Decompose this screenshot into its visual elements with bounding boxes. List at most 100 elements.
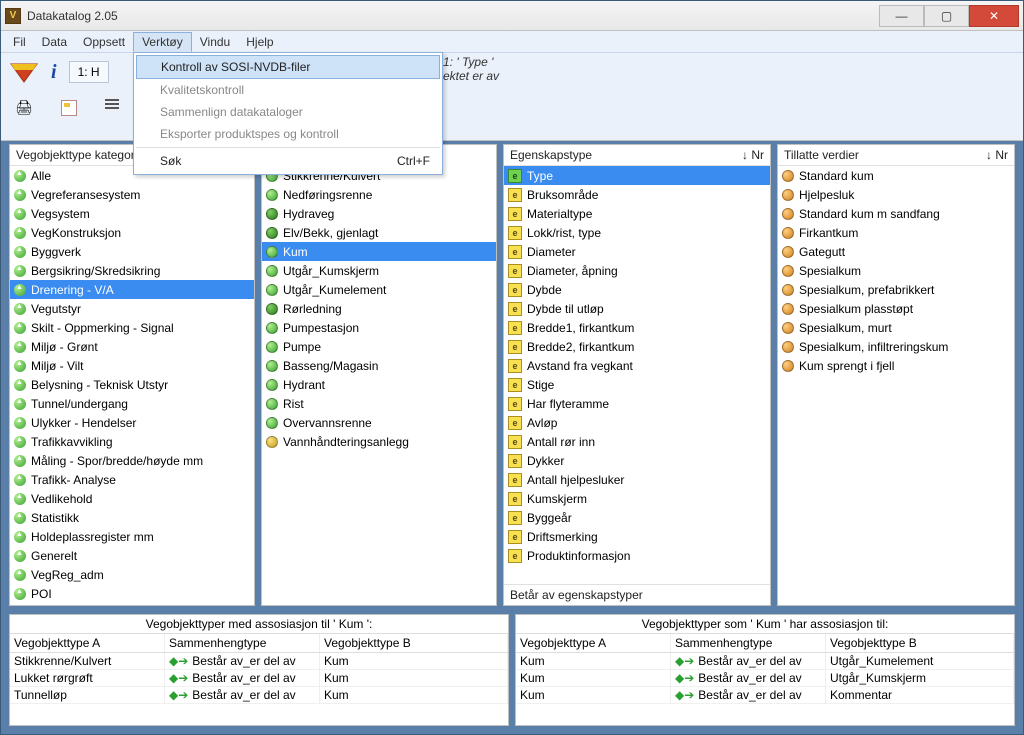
prop-item[interactable]: eDybde til utløp (504, 299, 770, 318)
allowed-item[interactable]: Standard kum (778, 166, 1014, 185)
category-item[interactable]: Trafikk- Analyse (10, 470, 254, 489)
prop-item[interactable]: eDiameter, åpning (504, 261, 770, 280)
assoc-row[interactable]: Stikkrenne/Kulvert◆➔ Består av_er del av… (10, 653, 508, 670)
object-item[interactable]: Basseng/Magasin (262, 356, 496, 375)
object-item[interactable]: Hydrant (262, 375, 496, 394)
object-item[interactable]: Pumpestasjon (262, 318, 496, 337)
allowed-item[interactable]: Hjelpesluk (778, 185, 1014, 204)
prop-item[interactable]: eDykker (504, 451, 770, 470)
prop-item[interactable]: eLokk/rist, type (504, 223, 770, 242)
allowed-item[interactable]: Spesialkum plasstøpt (778, 299, 1014, 318)
prop-item[interactable]: eByggeår (504, 508, 770, 527)
print-icon[interactable] (15, 99, 33, 117)
prop-item[interactable]: eType (504, 166, 770, 185)
assoc-right-body[interactable]: Kum◆➔ Består av_er del avUtgår_Kumelemen… (516, 653, 1014, 725)
assoc-row[interactable]: Kum◆➔ Består av_er del avUtgår_Kumelemen… (516, 653, 1014, 670)
object-item[interactable]: Pumpe (262, 337, 496, 356)
menu-hjelp[interactable]: Hjelp (238, 33, 281, 51)
object-item[interactable]: Nedføringsrenne (262, 185, 496, 204)
category-item[interactable]: Skilt - Oppmerking - Signal (10, 318, 254, 337)
prop-item[interactable]: eBruksområde (504, 185, 770, 204)
panel-allowed-head[interactable]: Tillatte verdier ↓ Nr (778, 145, 1014, 166)
categories-list[interactable]: AlleVegreferansesystemVegsystemVegKonstr… (10, 166, 254, 605)
prop-item[interactable]: eAvløp (504, 413, 770, 432)
allowed-item[interactable]: Spesialkum, infiltreringskum (778, 337, 1014, 356)
category-item[interactable]: Bergsikring/Skredsikring (10, 261, 254, 280)
object-item[interactable]: Kum (262, 242, 496, 261)
prop-item[interactable]: eDybde (504, 280, 770, 299)
category-item[interactable]: Belysning - Teknisk Utstyr (10, 375, 254, 394)
category-item[interactable]: Holdeplassregister mm (10, 527, 254, 546)
object-item[interactable]: Utgår_Kumelement (262, 280, 496, 299)
close-button[interactable]: ✕ (969, 5, 1019, 27)
card-icon[interactable] (61, 100, 77, 116)
prop-item[interactable]: eHar flyteramme (504, 394, 770, 413)
objects-list[interactable]: Lukket rørgrøftStikkrenne/KulvertNedføri… (262, 145, 496, 605)
category-item[interactable]: Måling - Spor/bredde/høyde mm (10, 451, 254, 470)
prop-item[interactable]: eMaterialtype (504, 204, 770, 223)
assoc-row[interactable]: Kum◆➔ Består av_er del avUtgår_Kumskjerm (516, 670, 1014, 687)
allowed-item[interactable]: Spesialkum (778, 261, 1014, 280)
object-item[interactable]: Overvannsrenne (262, 413, 496, 432)
maximize-button[interactable]: ▢ (924, 5, 969, 27)
object-item[interactable]: Hydraveg (262, 204, 496, 223)
category-item[interactable]: Drenering - V/A (10, 280, 254, 299)
category-item[interactable]: POI (10, 584, 254, 603)
dropdown-item[interactable]: Kontroll av SOSI-NVDB-filer (136, 55, 440, 79)
allowed-item[interactable]: Standard kum m sandfang (778, 204, 1014, 223)
category-item[interactable]: Miljø - Vilt (10, 356, 254, 375)
category-item[interactable]: Ulykker - Hendelser (10, 413, 254, 432)
prop-item[interactable]: eBredde1, firkantkum (504, 318, 770, 337)
allowed-item[interactable]: Kum sprengt i fjell (778, 356, 1014, 375)
category-item[interactable]: Vegreferansesystem (10, 185, 254, 204)
assoc-left-body[interactable]: Stikkrenne/Kulvert◆➔ Består av_er del av… (10, 653, 508, 725)
assoc-row[interactable]: Kum◆➔ Består av_er del avKommentar (516, 687, 1014, 704)
list-icon[interactable] (105, 99, 123, 117)
prop-item[interactable]: eKumskjerm (504, 489, 770, 508)
allowed-list[interactable]: Standard kumHjelpeslukStandard kum m san… (778, 166, 1014, 605)
category-item[interactable]: Trafikkavvikling (10, 432, 254, 451)
prop-item[interactable]: eAntall hjelpesluker (504, 470, 770, 489)
tab-button[interactable]: 1: H (69, 61, 109, 83)
assoc-right-head[interactable]: Vegobjekttype A Sammenhengtype Vegobjekt… (516, 633, 1014, 653)
panel-props-head[interactable]: Egenskapstype ↓ Nr (504, 145, 770, 166)
menu-verktøy[interactable]: Verktøy (133, 32, 192, 52)
prop-item[interactable]: eStige (504, 375, 770, 394)
object-item[interactable]: Elv/Bekk, gjenlagt (262, 223, 496, 242)
category-item[interactable]: Byggverk (10, 242, 254, 261)
object-item[interactable]: Rist (262, 394, 496, 413)
prop-item[interactable]: eDiameter (504, 242, 770, 261)
allowed-item[interactable]: Firkantkum (778, 223, 1014, 242)
menu-oppsett[interactable]: Oppsett (75, 33, 133, 51)
category-item[interactable]: VegKonstruksjon (10, 223, 254, 242)
category-item[interactable]: Vegutstyr (10, 299, 254, 318)
allowed-item[interactable]: Spesialkum, prefabrikkert (778, 280, 1014, 299)
assoc-row[interactable]: Tunnelløp◆➔ Består av_er del avKum (10, 687, 508, 704)
allowed-item[interactable]: Gategutt (778, 242, 1014, 261)
category-item[interactable]: VegReg_adm (10, 565, 254, 584)
allowed-item[interactable]: Spesialkum, murt (778, 318, 1014, 337)
category-item[interactable]: Generelt (10, 546, 254, 565)
object-item[interactable]: Rørledning (262, 299, 496, 318)
prop-item[interactable]: eProduktinformasjon (504, 546, 770, 565)
category-item[interactable]: Vegsystem (10, 204, 254, 223)
prop-item[interactable]: eAntall rør inn (504, 432, 770, 451)
menu-data[interactable]: Data (34, 33, 75, 51)
category-item[interactable]: Statistikk (10, 508, 254, 527)
assoc-left-head[interactable]: Vegobjekttype A Sammenhengtype Vegobjekt… (10, 633, 508, 653)
assoc-row[interactable]: Lukket rørgrøft◆➔ Består av_er del avKum (10, 670, 508, 687)
dropdown-item[interactable]: SøkCtrl+F (136, 150, 440, 172)
minimize-button[interactable]: — (879, 5, 924, 27)
menu-fil[interactable]: Fil (5, 33, 34, 51)
info-icon[interactable]: i (51, 61, 57, 84)
category-item[interactable]: Tunnel/undergang (10, 394, 254, 413)
category-item[interactable]: Miljø - Grønt (10, 337, 254, 356)
props-list[interactable]: eTypeeBruksområdeeMaterialtypeeLokk/rist… (504, 166, 770, 584)
prop-item[interactable]: eDriftsmerking (504, 527, 770, 546)
object-item[interactable]: Utgår_Kumskjerm (262, 261, 496, 280)
prop-item[interactable]: eAvstand fra vegkant (504, 356, 770, 375)
menu-vindu[interactable]: Vindu (192, 33, 238, 51)
object-item[interactable]: Vannhåndteringsanlegg (262, 432, 496, 451)
category-item[interactable]: Vedlikehold (10, 489, 254, 508)
prop-item[interactable]: eBredde2, firkantkum (504, 337, 770, 356)
